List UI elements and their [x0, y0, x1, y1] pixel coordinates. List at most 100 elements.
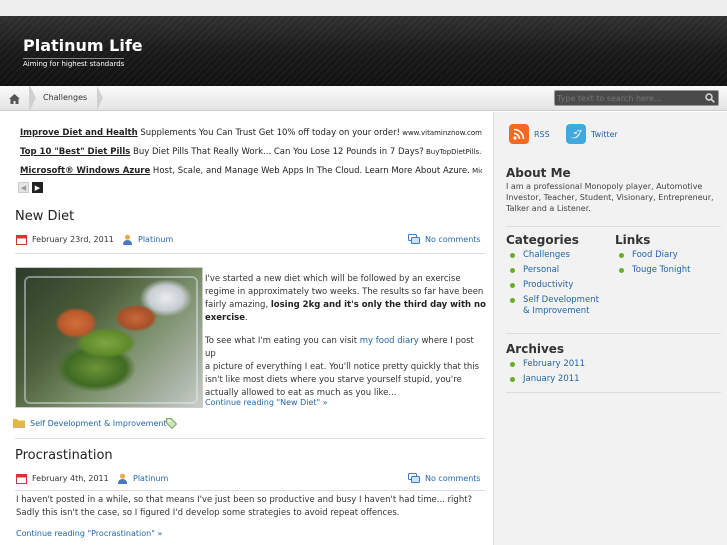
ad-url[interactable]: BuyTopDietPills.co — [424, 148, 482, 156]
category-link[interactable]: Self Development & Improvement — [30, 419, 167, 428]
text-line: fairly amazing, losing 2kg and it's only… — [205, 299, 487, 312]
post-excerpt: To see what I'm eating you can visit my … — [205, 335, 487, 400]
text-span: fairly amazing, — [205, 300, 271, 310]
calendar-icon — [16, 474, 27, 484]
categories-list: Challenges Personal Productivity Self De… — [507, 250, 607, 321]
search-input[interactable] — [557, 92, 697, 104]
category-item-personal[interactable]: Personal — [507, 265, 607, 276]
ad-prev-button[interactable]: ◀ — [18, 182, 29, 193]
about-text: I am a professional Monopoly player, Aut… — [506, 181, 721, 214]
rss-link[interactable]: RSS — [509, 124, 550, 144]
link-item-touge-tonight[interactable]: Touge Tonight — [616, 265, 721, 276]
post-title[interactable]: New Diet — [15, 209, 74, 224]
post-author-link[interactable]: Platinum — [133, 474, 168, 483]
bold-text: losing 2kg and it's only the third day w… — [270, 300, 486, 310]
post-author: Platinum — [117, 473, 168, 484]
folder-icon — [13, 419, 25, 428]
ad-url[interactable]: www.vitaminznow.com/ — [400, 129, 482, 137]
calendar-icon — [16, 235, 27, 245]
text-line: I am a professional Monopoly player, Aut… — [506, 182, 703, 191]
bold-text: exercise — [205, 313, 245, 323]
site-title[interactable]: Platinum Life — [23, 36, 143, 55]
comment-icon — [408, 234, 420, 244]
comment-icon — [408, 473, 420, 483]
ad-line: Improve Diet and Health Supplements You … — [20, 128, 482, 138]
post-excerpt: I've started a new diet which will be fo… — [205, 273, 487, 325]
archives-heading: Archives — [506, 342, 565, 356]
category-item-productivity[interactable]: Productivity — [507, 280, 607, 291]
post-comments-link[interactable]: No comments — [425, 474, 481, 483]
post-excerpt: I haven't posted in a while, so that mea… — [16, 494, 486, 520]
continue-reading-link[interactable]: Continue reading "Procrastination" » — [16, 529, 162, 538]
continue-reading-link[interactable]: Continue reading "New Diet" » — [205, 398, 328, 407]
post-author: Platinum — [122, 234, 173, 245]
text-span: . — [244, 313, 248, 323]
archive-item[interactable]: January 2011 — [507, 374, 657, 385]
category-item-challenges[interactable]: Challenges — [507, 250, 607, 261]
archive-item[interactable]: February 2011 — [507, 359, 657, 370]
text-line: Sadly this isn't the case, so I figured … — [16, 508, 400, 518]
chevron-right-icon: ▶ — [34, 183, 41, 192]
post-title[interactable]: Procrastination — [15, 448, 113, 463]
site-tagline: Aiming for highest standards — [23, 58, 125, 68]
home-icon — [9, 93, 20, 104]
post-date: February 4th, 2011 — [16, 473, 109, 484]
ad-next-button[interactable]: ▶ — [32, 182, 43, 193]
search-button[interactable] — [703, 92, 716, 104]
text-line: I haven't posted in a while, so that mea… — [16, 495, 473, 505]
text-line: I've started a new diet which will be fo… — [205, 274, 461, 284]
nav-item-challenges[interactable]: Challenges — [43, 93, 87, 102]
post-date: February 23rd, 2011 — [16, 234, 114, 245]
site-header: Platinum Life Aiming for highest standar… — [0, 0, 727, 86]
post-comments: No comments — [408, 234, 481, 245]
ad-text: Supplements You Can Trust Get 10% off to… — [137, 128, 400, 138]
text-line: exercise. — [205, 312, 487, 325]
ad-line: Microsoft® Windows Azure Host, Scale, an… — [20, 166, 482, 176]
user-icon — [118, 473, 127, 484]
twitter-icon — [566, 124, 586, 144]
ad-link[interactable]: Microsoft® Windows Azure — [20, 166, 150, 176]
categories-heading: Categories — [506, 233, 579, 247]
text-line: To see what I'm eating you can visit my … — [205, 335, 487, 361]
search-box — [554, 90, 719, 106]
search-icon — [704, 93, 715, 103]
nav-separator — [97, 86, 103, 110]
chevron-left-icon: ◀ — [20, 183, 27, 192]
post-author-link[interactable]: Platinum — [138, 235, 173, 244]
post-category: Self Development & Improvement — [13, 418, 167, 428]
text-line: Investor, Teacher, Student, Visionary, E… — [506, 193, 714, 202]
ad-link[interactable]: Top 10 "Best" Diet Pills — [20, 147, 130, 157]
rss-label: RSS — [534, 129, 550, 139]
divider — [506, 226, 721, 227]
post-date-text: February 23rd, 2011 — [32, 235, 114, 244]
user-icon — [123, 234, 132, 245]
links-list: Food Diary Touge Tonight — [616, 250, 721, 280]
about-heading: About Me — [506, 166, 571, 180]
category-item-self-development[interactable]: Self Development & Improvement — [507, 295, 607, 317]
archives-list: February 2011 January 2011 — [507, 359, 657, 389]
ad-line: Top 10 "Best" Diet Pills Buy Diet Pills … — [20, 147, 482, 157]
ad-text: Buy Diet Pills That Really Work... Can Y… — [130, 147, 424, 157]
post-date-text: February 4th, 2011 — [32, 474, 109, 483]
text-line: a picture of everything I eat. You'll no… — [205, 362, 480, 372]
post-image[interactable] — [15, 267, 203, 408]
links-heading: Links — [615, 233, 651, 247]
text-line: regime in approximately two weeks. The r… — [205, 287, 484, 297]
home-button[interactable] — [0, 86, 30, 111]
text-line: isn't like most diets where you starve y… — [205, 375, 462, 385]
divider — [15, 253, 485, 254]
rss-icon — [509, 124, 529, 144]
ad-link[interactable]: Improve Diet and Health — [20, 128, 138, 138]
divider — [15, 438, 485, 439]
divider — [506, 333, 721, 334]
ad-url[interactable]: Microso — [470, 167, 482, 175]
nav-separator — [30, 86, 36, 110]
food-diary-link[interactable]: my food diary — [360, 336, 419, 346]
link-item-food-diary[interactable]: Food Diary — [616, 250, 721, 261]
text-span: To see what I'm eating you can visit — [205, 336, 360, 346]
twitter-link[interactable]: Twitter — [566, 124, 618, 144]
divider — [506, 392, 721, 393]
post-comments: No comments — [408, 473, 481, 484]
post-comments-link[interactable]: No comments — [425, 235, 481, 244]
tag-icon — [166, 418, 177, 429]
